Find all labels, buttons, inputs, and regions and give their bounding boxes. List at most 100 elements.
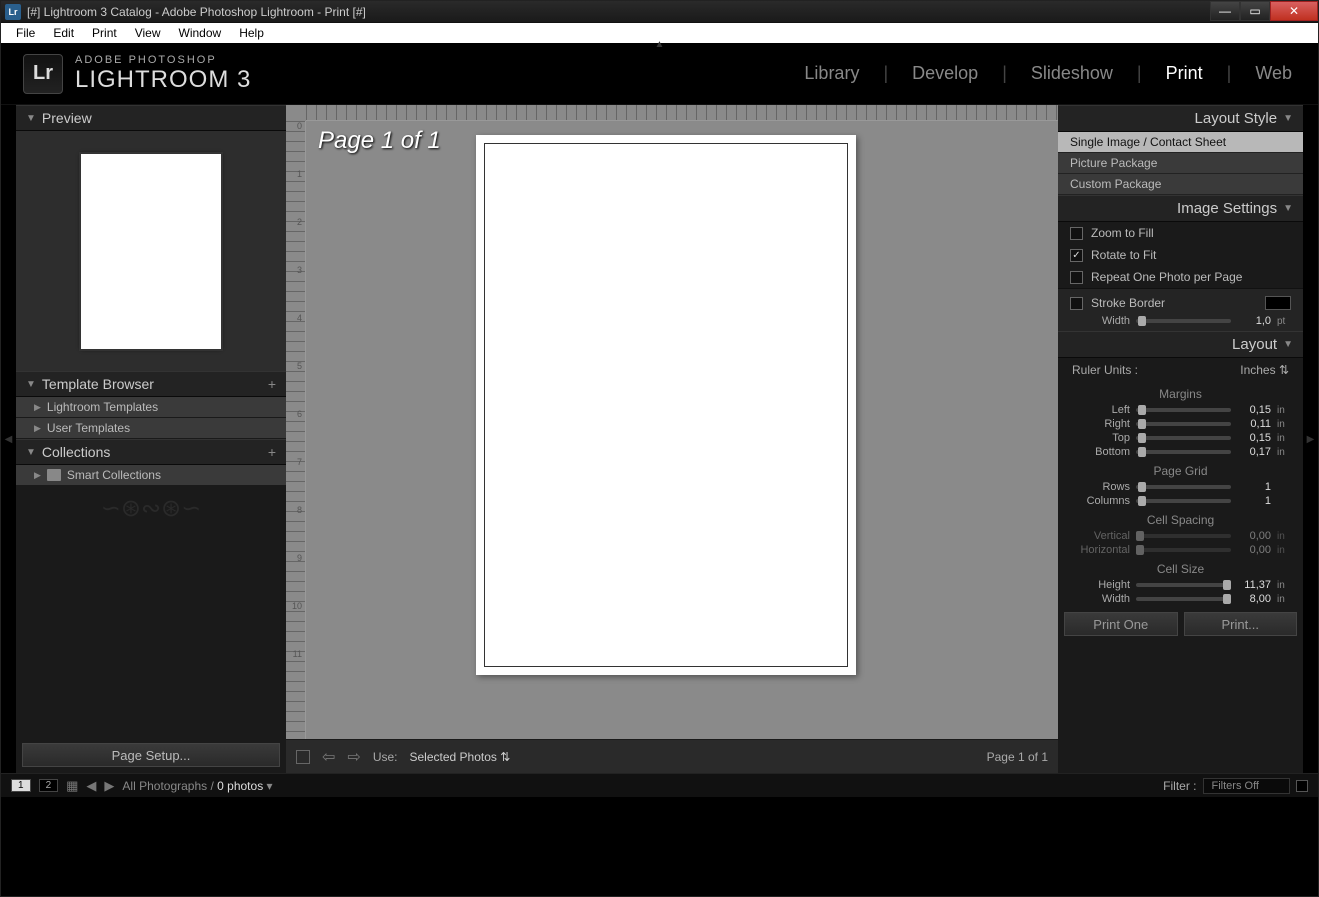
stroke-width-slider[interactable]: Width1,0pt: [1058, 314, 1303, 328]
filmstrip-header: 1 2 ▦ ◀ ▶ All Photographs / 0 photos ▾ F…: [1, 773, 1318, 797]
window-title: [#] Lightroom 3 Catalog - Adobe Photosho…: [27, 5, 366, 19]
add-template-icon[interactable]: +: [268, 376, 276, 392]
left-edge-collapse[interactable]: ◀: [1, 105, 16, 773]
menu-edit[interactable]: Edit: [44, 24, 83, 42]
module-web[interactable]: Web: [1251, 63, 1296, 84]
grid-rows-slider[interactable]: Rows1: [1058, 480, 1303, 494]
collapse-top-icon[interactable]: ▲: [655, 39, 665, 50]
grid-icon[interactable]: ▦: [66, 778, 78, 794]
repeat-photo-row[interactable]: Repeat One Photo per Page: [1058, 266, 1303, 288]
checkbox-icon[interactable]: [1070, 271, 1083, 284]
stroke-color-swatch[interactable]: [1265, 296, 1291, 310]
page-setup-button[interactable]: Page Setup...: [22, 743, 280, 767]
lightroom-logo: Lr: [23, 54, 63, 94]
monitor-2-button[interactable]: 2: [39, 779, 59, 792]
triangle-down-icon: ▼: [1283, 339, 1293, 350]
tree-smart-collections[interactable]: ▶Smart Collections: [16, 465, 286, 486]
triangle-down-icon: ▼: [26, 379, 36, 390]
next-page-icon[interactable]: ⇨: [347, 747, 360, 767]
spacing-vertical-slider[interactable]: Vertical0,00in: [1058, 529, 1303, 543]
page-info: Page 1 of 1: [987, 750, 1048, 764]
preview-header[interactable]: ▼ Preview: [16, 105, 286, 131]
cell-size-subhead: Cell Size: [1058, 557, 1303, 578]
layout-style-header[interactable]: Layout Style▼: [1058, 105, 1303, 132]
module-print[interactable]: Print: [1162, 63, 1207, 84]
menu-file[interactable]: File: [7, 24, 44, 42]
style-custom-package[interactable]: Custom Package: [1058, 174, 1303, 195]
page-grid-subhead: Page Grid: [1058, 459, 1303, 480]
cell-size-width-slider[interactable]: Width8,00in: [1058, 592, 1303, 606]
triangle-right-icon: ▶: [34, 423, 41, 434]
module-develop[interactable]: Develop: [908, 63, 982, 84]
margin-right-slider[interactable]: Right0,11in: [1058, 417, 1303, 431]
menu-help[interactable]: Help: [230, 24, 273, 42]
margin-left-slider[interactable]: Left0,15in: [1058, 403, 1303, 417]
grid-columns-slider[interactable]: Columns1: [1058, 494, 1303, 508]
print-cell: [484, 143, 848, 667]
margins-subhead: Margins: [1058, 382, 1303, 403]
triangle-right-icon: ▶: [34, 470, 41, 481]
print-button[interactable]: Print...: [1184, 612, 1298, 636]
filter-label: Filter :: [1163, 779, 1196, 793]
print-canvas[interactable]: 0 1 2 3 4 5 6 7 8 9 10 11 Page 1 of 1: [286, 105, 1058, 739]
ruler-vertical: 0 1 2 3 4 5 6 7 8 9 10 11: [286, 121, 306, 739]
minimize-button[interactable]: —: [1210, 1, 1240, 21]
cell-spacing-subhead: Cell Spacing: [1058, 508, 1303, 529]
margin-bottom-slider[interactable]: Bottom0,17in: [1058, 445, 1303, 459]
select-all-checkbox[interactable]: [296, 750, 310, 764]
module-library[interactable]: Library: [800, 63, 863, 84]
rotate-to-fit-row[interactable]: ✓Rotate to Fit: [1058, 244, 1303, 266]
cell-size-height-slider[interactable]: Height11,37in: [1058, 578, 1303, 592]
checkbox-icon[interactable]: [1070, 227, 1083, 240]
collection-icon: [47, 469, 61, 481]
checkbox-icon[interactable]: [1070, 297, 1083, 310]
brand-product: LIGHTROOM 3: [75, 66, 251, 94]
style-single-image[interactable]: Single Image / Contact Sheet: [1058, 132, 1303, 153]
use-dropdown[interactable]: Selected Photos ⇅: [410, 750, 511, 764]
page-indicator: Page 1 of 1: [318, 127, 441, 155]
right-panel: Layout Style▼ Single Image / Contact She…: [1058, 105, 1303, 773]
menu-print[interactable]: Print: [83, 24, 126, 42]
checkbox-icon[interactable]: ✓: [1070, 249, 1083, 262]
triangle-down-icon: ▼: [26, 113, 36, 124]
maximize-button[interactable]: ▭: [1240, 1, 1270, 21]
preview-thumbnail: [81, 154, 221, 349]
panel-end-ornament: ∽⊛∾⊛∽: [16, 486, 286, 531]
left-panel: ▼ Preview ▼ Template Browser + ▶Lightroo…: [16, 105, 286, 773]
image-settings-header[interactable]: Image Settings▼: [1058, 195, 1303, 222]
print-one-button[interactable]: Print One: [1064, 612, 1178, 636]
module-slideshow[interactable]: Slideshow: [1027, 63, 1117, 84]
nav-back-icon[interactable]: ◀: [86, 778, 96, 794]
spacing-horizontal-slider[interactable]: Horizontal0,00in: [1058, 543, 1303, 557]
filmstrip[interactable]: [1, 797, 1318, 895]
prev-page-icon[interactable]: ⇦: [322, 747, 335, 767]
stroke-border-row[interactable]: Stroke Border: [1058, 292, 1303, 314]
center-area: 0 1 2 3 4 5 6 7 8 9 10 11 Page 1 of 1: [286, 105, 1058, 773]
right-edge-collapse[interactable]: ▶: [1303, 105, 1318, 773]
tree-user-templates[interactable]: ▶User Templates: [16, 418, 286, 439]
monitor-1-button[interactable]: 1: [11, 779, 31, 792]
nav-forward-icon[interactable]: ▶: [104, 778, 114, 794]
print-page[interactable]: [476, 135, 856, 675]
source-breadcrumb[interactable]: All Photographs / 0 photos ▾: [122, 779, 272, 793]
ruler-units-row[interactable]: Ruler Units :Inches ⇅: [1058, 358, 1303, 382]
filter-lock-icon[interactable]: [1296, 780, 1308, 792]
margin-top-slider[interactable]: Top0,15in: [1058, 431, 1303, 445]
layout-header[interactable]: Layout▼: [1058, 331, 1303, 358]
collections-header[interactable]: ▼ Collections +: [16, 439, 286, 465]
triangle-down-icon: ▼: [1283, 113, 1293, 124]
template-browser-header[interactable]: ▼ Template Browser +: [16, 371, 286, 397]
close-button[interactable]: ✕: [1270, 1, 1318, 21]
add-collection-icon[interactable]: +: [268, 444, 276, 460]
triangle-down-icon: ▼: [26, 447, 36, 458]
zoom-to-fill-row[interactable]: Zoom to Fill: [1058, 222, 1303, 244]
use-label: Use:: [373, 750, 398, 764]
tree-lightroom-templates[interactable]: ▶Lightroom Templates: [16, 397, 286, 418]
preview-area: [16, 131, 286, 371]
style-picture-package[interactable]: Picture Package: [1058, 153, 1303, 174]
menu-view[interactable]: View: [126, 24, 170, 42]
triangle-right-icon: ▶: [34, 402, 41, 413]
filter-dropdown[interactable]: Filters Off: [1203, 778, 1290, 794]
app-icon: Lr: [5, 4, 21, 20]
menu-window[interactable]: Window: [170, 24, 231, 42]
